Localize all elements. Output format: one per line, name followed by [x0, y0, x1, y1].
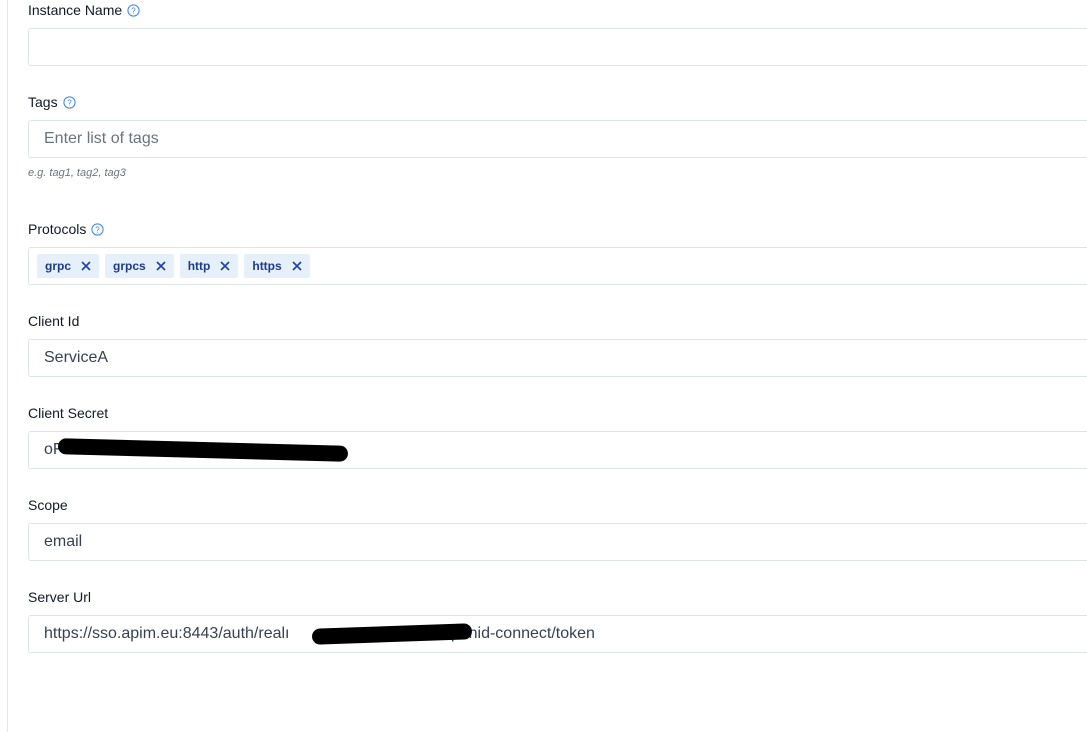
help-icon[interactable]: ?	[62, 95, 76, 109]
svg-text:?: ?	[67, 98, 72, 107]
tags-input[interactable]: Enter list of tags	[28, 120, 1087, 158]
close-icon[interactable]	[292, 261, 302, 271]
instance-name-label: Instance Name ?	[28, 0, 140, 20]
tags-label: Tags ?	[28, 92, 76, 112]
server-url-input[interactable]: https://sso.apim.eu:8443/auth/realı /ope…	[28, 615, 1087, 653]
chip-label: http	[187, 259, 211, 273]
protocols-label-text: Protocols	[28, 221, 87, 237]
close-icon[interactable]	[156, 261, 166, 271]
help-icon[interactable]: ?	[91, 222, 104, 236]
client-id-label-text: Client Id	[28, 313, 80, 329]
client-id-label: Client Id	[28, 311, 79, 331]
left-divider	[7, 0, 8, 732]
chip-label: grpc	[45, 259, 72, 273]
svg-text:?: ?	[96, 225, 101, 234]
scope-label-text: Scope	[28, 497, 68, 513]
client-secret-label: Client Secret	[28, 403, 108, 423]
chip-label: grpcs	[113, 259, 146, 273]
scope-label: Scope	[28, 495, 68, 515]
client-id-value: ServiceA	[44, 349, 109, 366]
scope-input[interactable]: email	[28, 523, 1087, 561]
protocols-input[interactable]: grpc grpcs http https	[28, 247, 1087, 285]
server-url-label: Server Url	[28, 587, 91, 607]
protocol-chip-grpc[interactable]: grpc	[37, 254, 100, 278]
help-icon[interactable]: ?	[127, 3, 140, 17]
protocol-chip-grpcs[interactable]: grpcs	[105, 254, 174, 278]
client-id-input[interactable]: ServiceA	[28, 339, 1087, 377]
protocols-label: Protocols ?	[28, 219, 104, 239]
tags-placeholder: Enter list of tags	[44, 130, 159, 147]
instance-name-input[interactable]	[28, 28, 1087, 66]
instance-name-label-text: Instance Name	[28, 2, 123, 18]
server-url-label-text: Server Url	[28, 589, 92, 605]
server-url-value: https://sso.apim.eu:8443/auth/realı	[44, 625, 290, 642]
chip-label: https	[252, 259, 282, 273]
tags-hint: e.g. tag1, tag2, tag3	[28, 167, 126, 179]
close-icon[interactable]	[81, 261, 91, 271]
protocol-chip-http[interactable]: http	[179, 254, 239, 278]
protocol-chip-https[interactable]: https	[244, 254, 310, 278]
scope-value: email	[44, 533, 83, 550]
close-icon[interactable]	[220, 261, 230, 271]
svg-text:?: ?	[131, 6, 136, 15]
client-secret-label-text: Client Secret	[28, 405, 109, 421]
tags-label-text: Tags	[28, 94, 58, 110]
